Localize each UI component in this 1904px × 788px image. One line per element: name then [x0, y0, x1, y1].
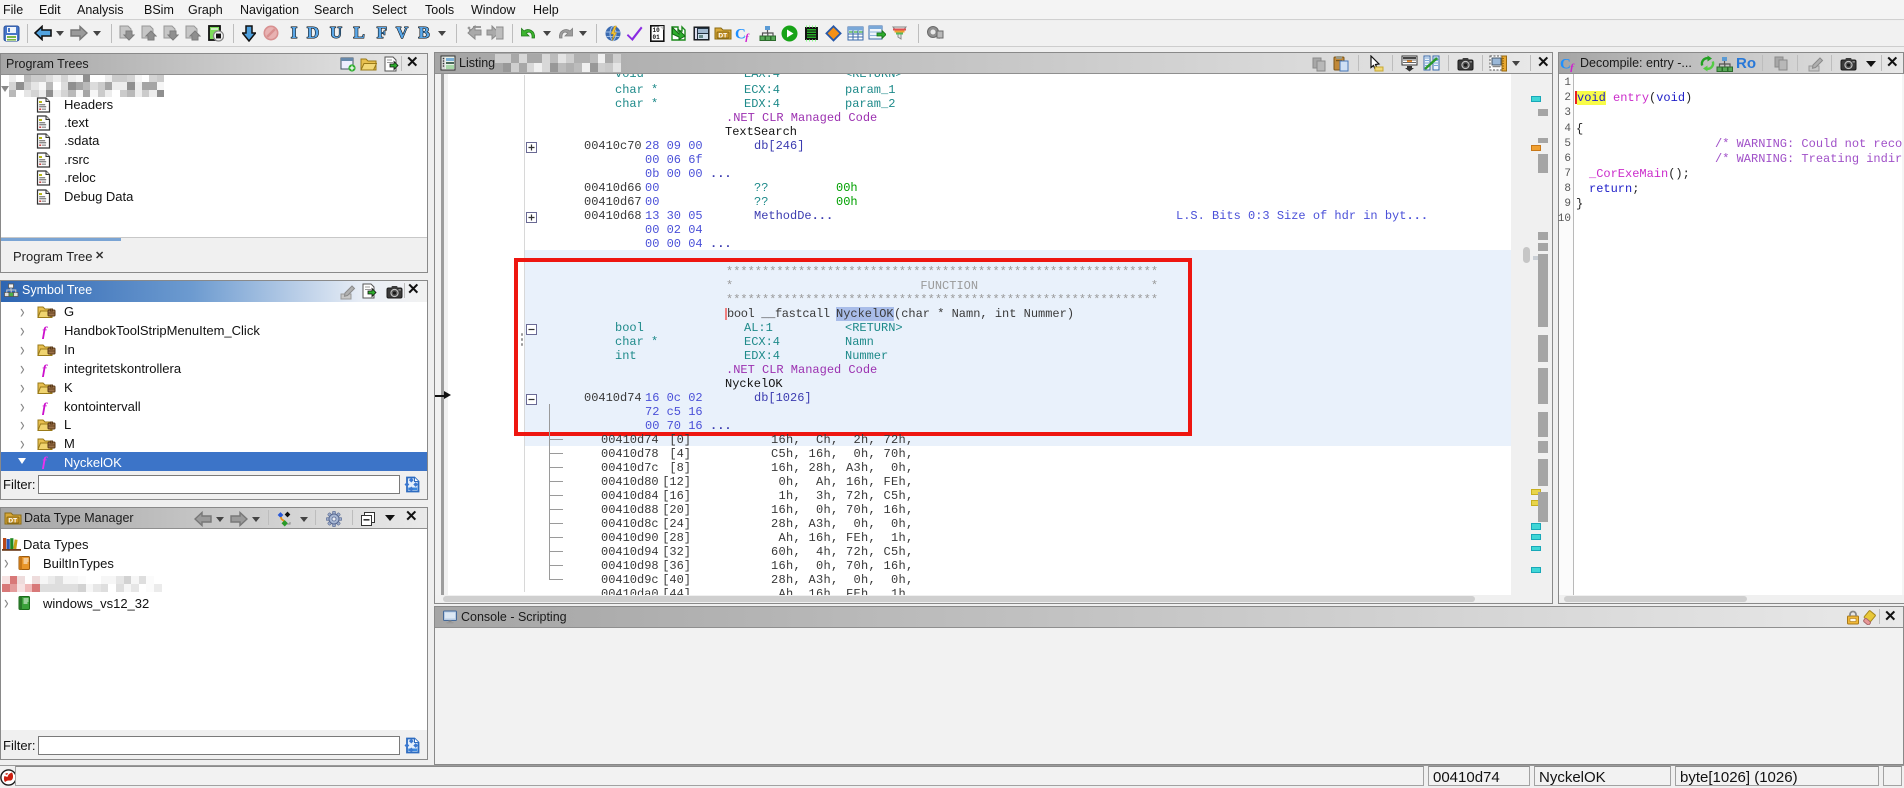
svg-text:L: L — [353, 24, 364, 42]
svg-text:V: V — [396, 24, 409, 42]
svg-text:f: f — [42, 455, 48, 469]
svg-text:DT: DT — [8, 518, 17, 525]
svg-text:f: f — [1570, 62, 1575, 72]
svg-text:B: B — [418, 24, 429, 42]
svg-text:10: 10 — [653, 27, 661, 34]
svg-text:DT: DT — [718, 33, 727, 40]
svg-text:F: F — [377, 24, 387, 42]
svg-text:f: f — [42, 363, 48, 377]
svg-text:f: f — [745, 32, 750, 42]
svg-text:f: f — [42, 325, 48, 339]
svg-text:f: f — [42, 401, 48, 415]
svg-text:01: 01 — [653, 34, 661, 41]
svg-text:I: I — [291, 24, 298, 42]
svg-text:U: U — [330, 24, 342, 42]
svg-text:D: D — [307, 24, 319, 42]
